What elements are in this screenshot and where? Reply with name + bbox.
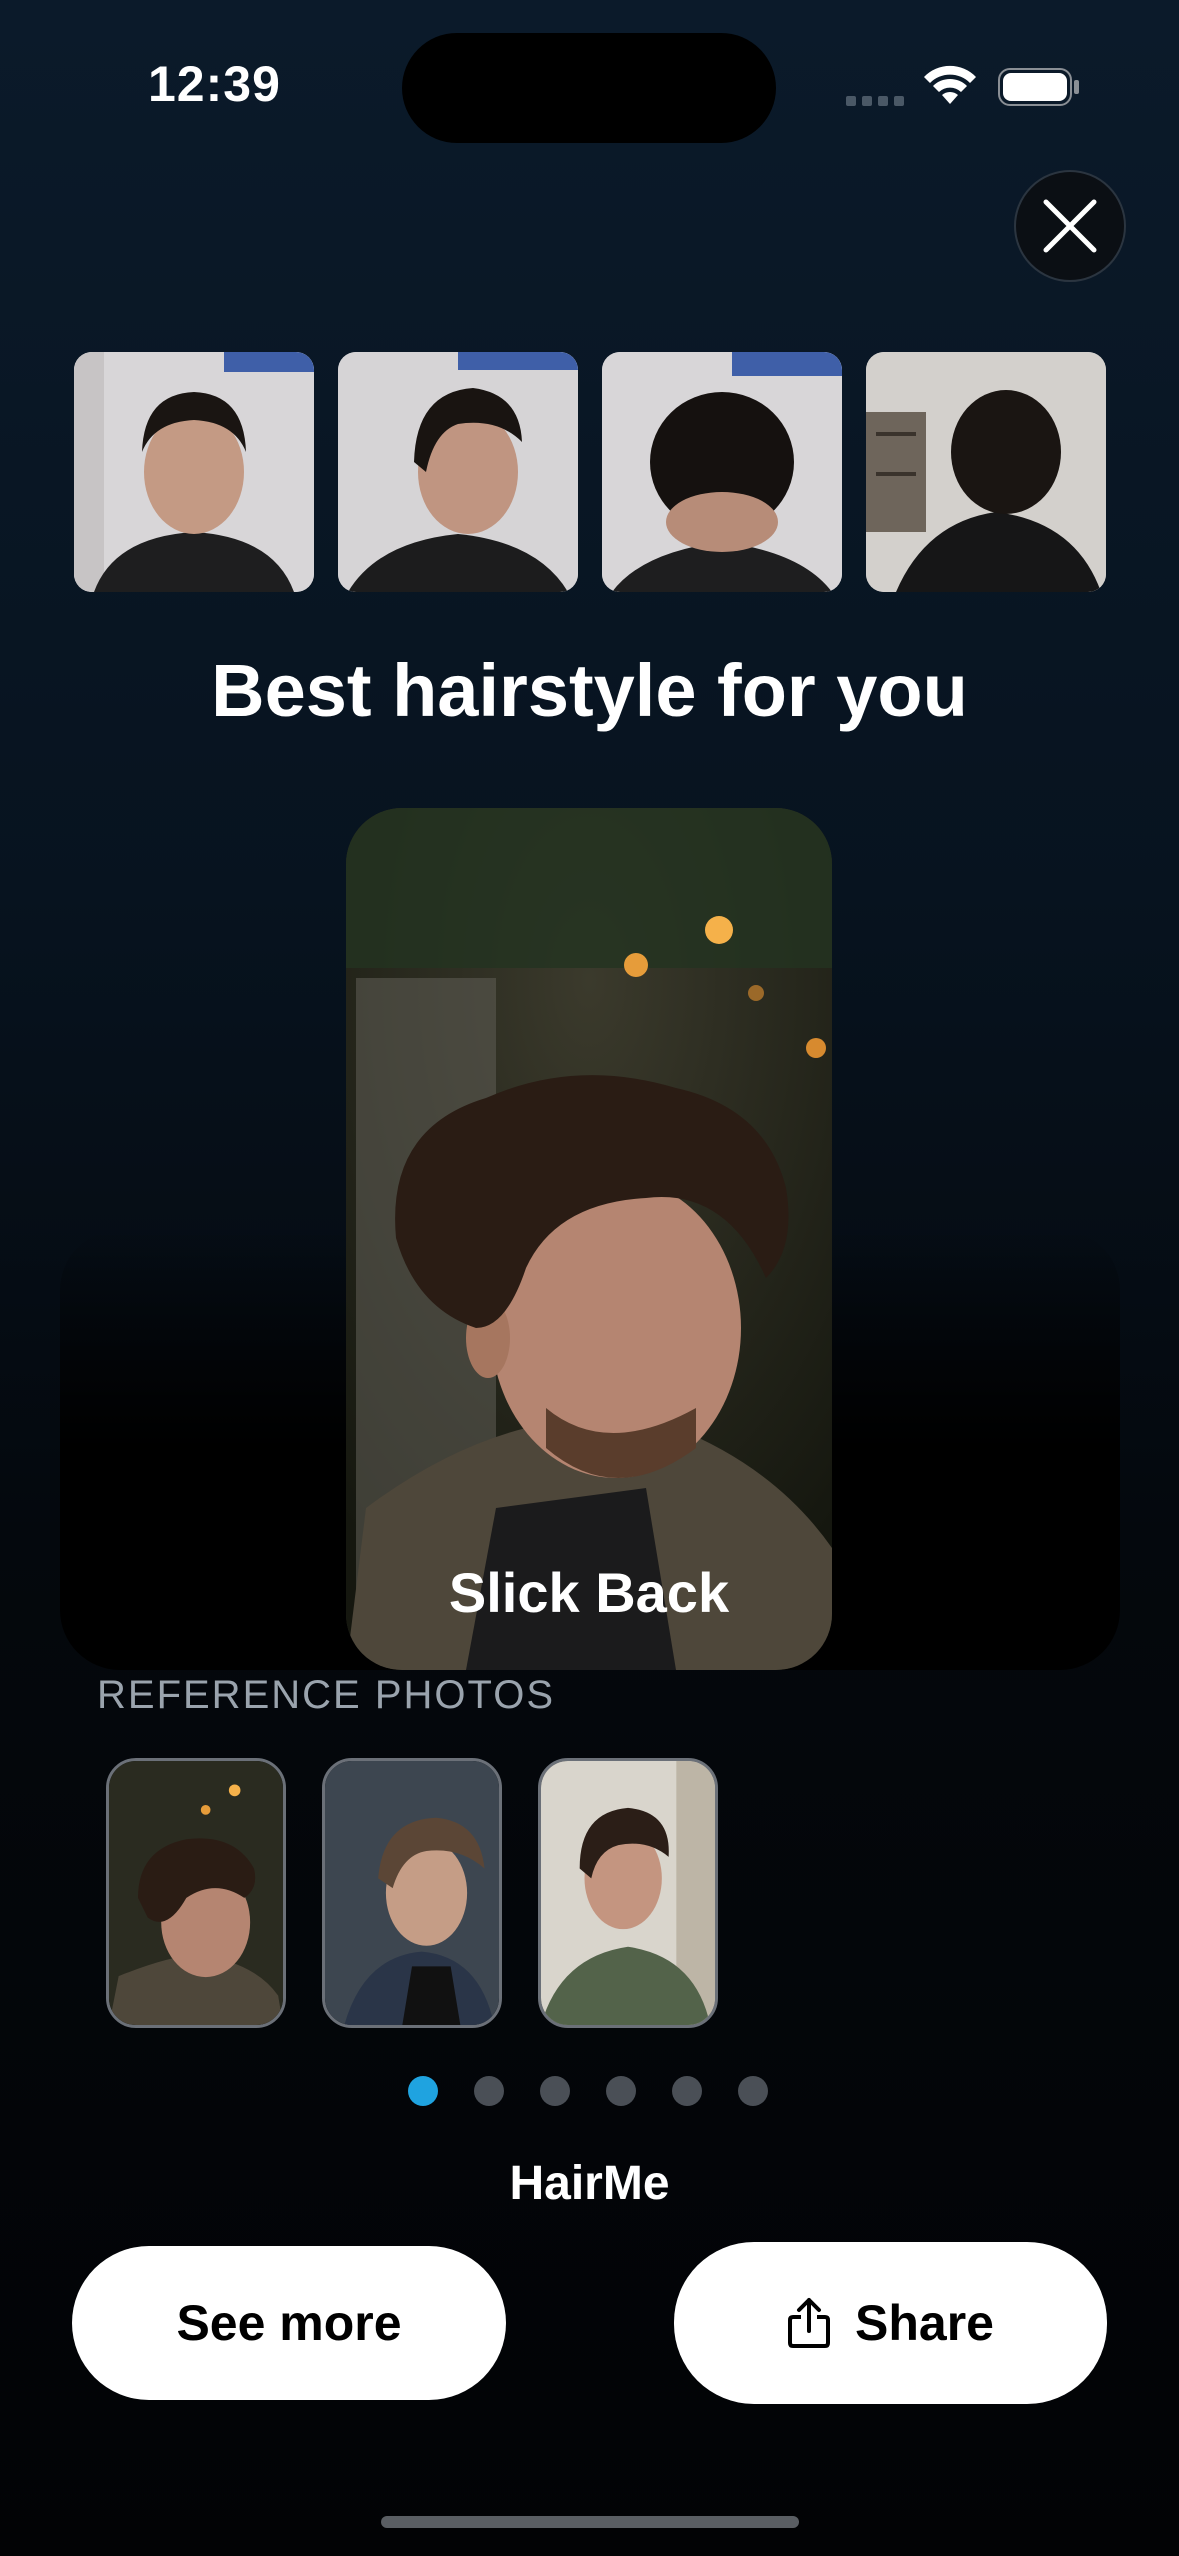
close-icon: [1043, 199, 1097, 253]
page-indicator: [408, 2076, 768, 2106]
selfie-top[interactable]: [602, 352, 842, 592]
share-label: Share: [855, 2295, 994, 2351]
hairstyle-name: Slick Back: [448, 1561, 730, 1624]
battery-icon: [998, 68, 1080, 106]
page-dot[interactable]: [738, 2076, 768, 2106]
signal-icon: [846, 96, 906, 108]
page-dot[interactable]: [474, 2076, 504, 2106]
reference-photo[interactable]: [106, 1758, 286, 2028]
see-more-label: See more: [176, 2295, 402, 2351]
close-button[interactable]: [1014, 170, 1126, 282]
page-title: Best hairstyle for you: [211, 649, 968, 732]
status-time: 12:39: [148, 56, 281, 112]
selfie-front[interactable]: [74, 352, 314, 592]
reference-photo[interactable]: [322, 1758, 502, 2028]
page-dot-active[interactable]: [408, 2076, 438, 2106]
share-button[interactable]: Share: [674, 2242, 1107, 2404]
selfie-thumbnails: [74, 352, 1106, 592]
selfie-side[interactable]: [338, 352, 578, 592]
page-dot[interactable]: [606, 2076, 636, 2106]
wifi-icon: [922, 64, 978, 108]
selfie-back[interactable]: [866, 352, 1106, 592]
see-more-button[interactable]: See more: [72, 2246, 506, 2400]
home-indicator[interactable]: [381, 2516, 799, 2528]
reference-photos-list: [106, 1758, 718, 2028]
brand-label: HairMe: [509, 2157, 670, 2210]
page-dot[interactable]: [672, 2076, 702, 2106]
dynamic-island: [402, 33, 776, 143]
reference-photo[interactable]: [538, 1758, 718, 2028]
reference-photos-label: REFERENCE PHOTOS: [97, 1673, 555, 1717]
share-icon: [788, 2298, 831, 2348]
hairstyle-preview-image[interactable]: [346, 808, 832, 1670]
page-dot[interactable]: [540, 2076, 570, 2106]
